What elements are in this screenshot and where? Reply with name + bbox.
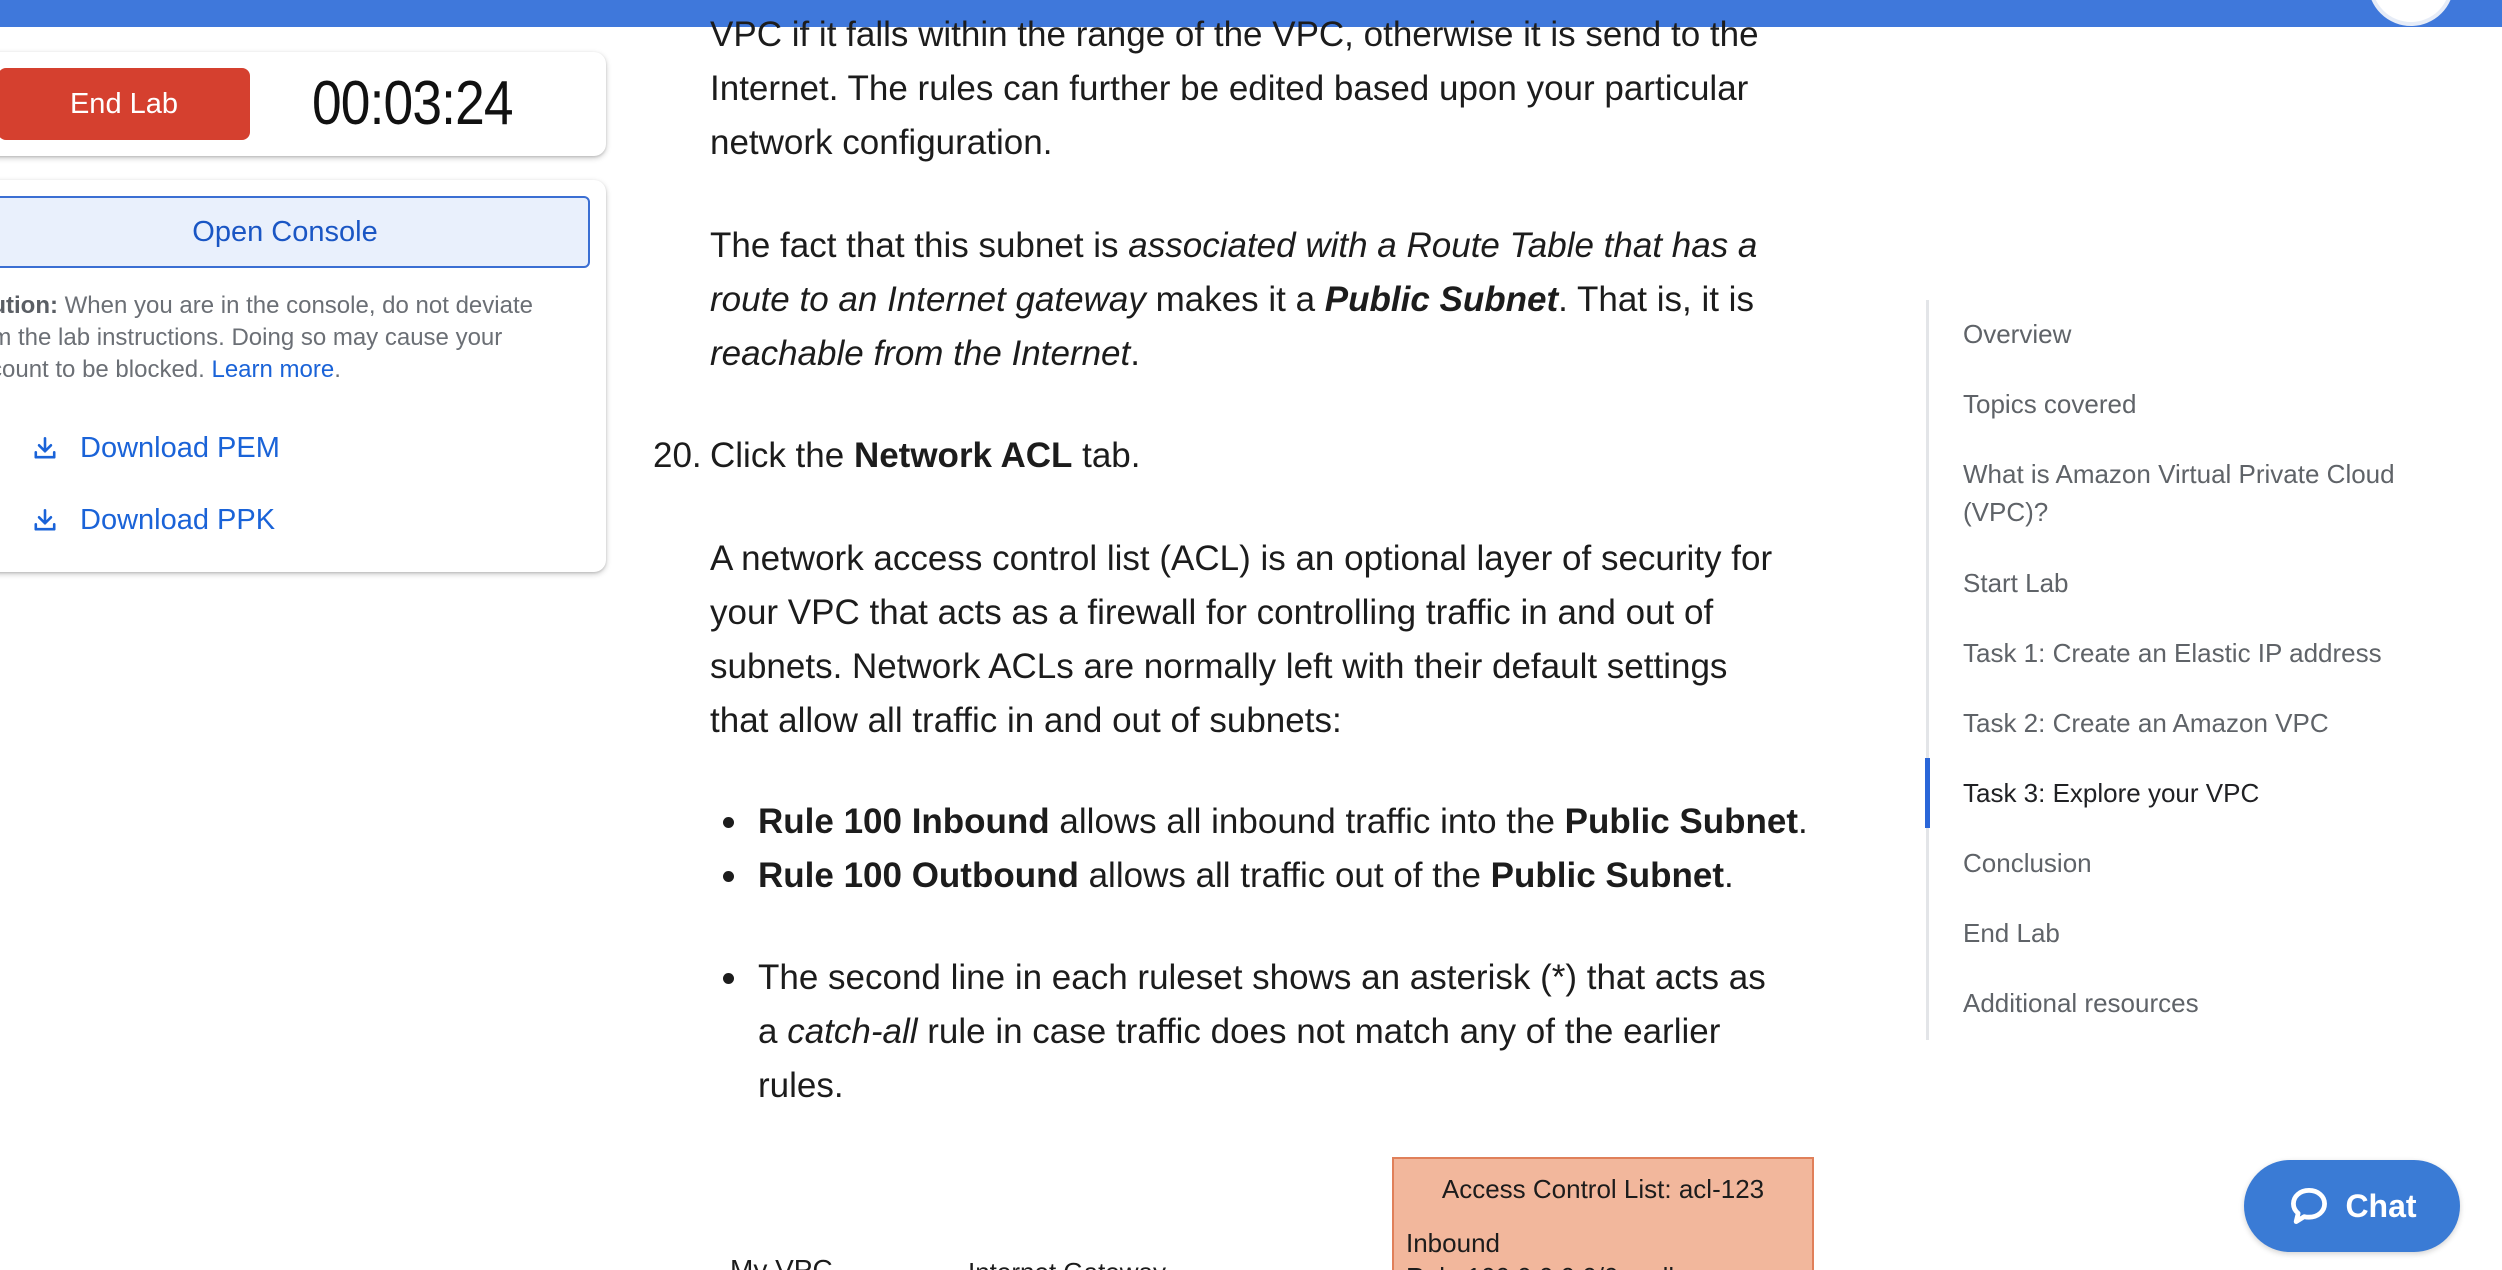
text-run: The fact that this subnet is [710,226,1129,265]
toc-item-conclusion[interactable]: Conclusion [1963,844,2433,882]
active-section-indicator [1925,758,1930,828]
access-control-list-box: Access Control List: acl-123 Inbound Rul… [1392,1157,1814,1270]
text-run: allows all inbound traffic into the [1049,802,1565,841]
toc-item-start-lab[interactable]: Start Lab [1963,564,2433,602]
text-run: . [1724,856,1734,895]
bold-text: Rule 100 Inbound [758,802,1050,841]
text-run: allows all traffic out of the [1078,856,1491,895]
internet-gateway-label: Internet Gateway [968,1254,1166,1270]
italic-text: catch-all [787,1012,918,1051]
toc-item-task-1[interactable]: Task 1: Create an Elastic IP address [1963,634,2433,672]
acl-rule-line: Rule 100 0.0.0.0/0 = allow [1406,1259,1707,1270]
chat-label: Chat [2345,1187,2417,1224]
toc-item-what-is-vpc[interactable]: What is Amazon Virtual Private Cloud (VP… [1963,455,2433,531]
text-run: . That is, it is [1558,280,1754,319]
acl-title: Access Control List: acl-123 [1394,1169,1812,1209]
catch-all-list: The second line in each ruleset shows an… [710,951,1860,1113]
text-run: tab. [1072,436,1141,475]
text-run: . [1130,334,1140,373]
acl-title-prefix: Access Control List: [1441,1174,1679,1204]
lab-page: End Lab 00:03:24 Open Console aution: Wh… [0,0,2502,1270]
intro-line: network configuration. [710,123,1053,162]
acl-id: acl-123 [1678,1174,1765,1204]
text-run: makes it a [1145,280,1325,319]
acl-paragraph: A network access control list (ACL) is a… [710,539,1773,740]
toc-item-task-3[interactable]: Task 3: Explore your VPC [1963,774,2433,812]
bold-italic-text: Public Subnet [1324,280,1559,319]
list-item: The second line in each ruleset shows an… [710,951,1770,1113]
italic-text: reachable from the Internet [710,334,1131,373]
toc-item-topics-covered[interactable]: Topics covered [1963,385,2433,423]
intro-line: VPC if it falls within the range of the … [710,15,1759,54]
bold-text: Rule 100 Outbound [758,856,1079,895]
step-20: 20. Click the Network ACL tab. [653,429,1141,483]
toc-item-task-2[interactable]: Task 2: Create an Amazon VPC [1963,704,2433,742]
acl-inbound-label: Inbound [1406,1228,1500,1258]
my-vpc-label: My VPC [730,1254,833,1270]
chat-bubble-icon [2291,1188,2328,1224]
avatar[interactable] [2368,0,2454,26]
bold-text: Network ACL [853,436,1073,475]
lab-instructions: VPC if it falls within the range of the … [0,0,1900,1270]
step-number: 20. [653,436,702,475]
chat-button[interactable]: Chat [2244,1160,2460,1252]
rule-list: Rule 100 Inbound allows all inbound traf… [710,795,1860,903]
toc-item-end-lab[interactable]: End Lab [1963,914,2433,952]
table-of-contents: Overview Topics covered What is Amazon V… [1925,300,2446,1040]
text-run: Click the [710,436,854,475]
bold-text: Public Subnet [1490,856,1724,895]
list-item: Rule 100 Outbound allows all traffic out… [710,849,1860,903]
toc-item-additional-resources[interactable]: Additional resources [1963,984,2433,1022]
public-subnet-paragraph: The fact that this subnet is associated … [710,219,1810,381]
toc-item-overview[interactable]: Overview [1963,315,2433,353]
list-item: Rule 100 Inbound allows all inbound traf… [710,795,1860,849]
intro-line: Internet. The rules can further be edite… [710,69,1749,108]
text-run: . [1798,802,1808,841]
bold-text: Public Subnet [1564,802,1798,841]
intro-paragraph: VPC if it falls within the range of the … [710,8,1820,170]
